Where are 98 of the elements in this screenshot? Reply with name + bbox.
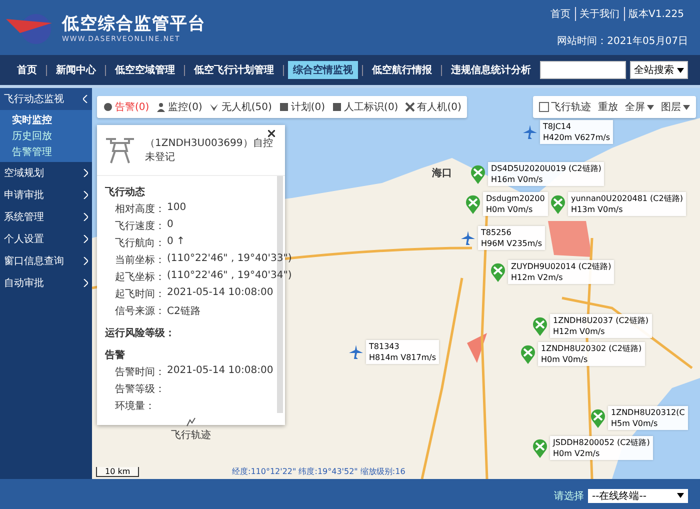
filter-button[interactable]: 无人机(50) — [208, 99, 273, 115]
sidebar-item[interactable]: 个人设置 — [0, 228, 92, 250]
section-title: 运行风险等级： — [105, 326, 176, 340]
field-value: C2链路 — [167, 305, 200, 318]
chevron-icon — [83, 169, 88, 177]
section-title: 告警 — [105, 348, 126, 362]
track-button[interactable]: 飞行轨迹 — [97, 413, 285, 446]
track-checkbox[interactable]: 飞行轨迹 — [538, 99, 592, 115]
field-value: 2021-05-14 10:08:00 — [167, 287, 274, 300]
map-tool-button[interactable]: 全屏 — [624, 99, 655, 115]
search-field[interactable] — [540, 61, 626, 79]
nav-tab[interactable]: 低空空域管理 — [110, 61, 180, 79]
drone-marker-icon[interactable] — [470, 164, 486, 184]
caret-icon — [677, 68, 684, 72]
sidebar-item[interactable]: 自动审批 — [0, 272, 92, 294]
caret-icon — [647, 104, 654, 110]
field-value: 2021-05-14 10:08:00 — [167, 365, 274, 378]
marker-label: 1ZNDH8U20312(C H5m V0m/s — [608, 406, 688, 430]
nav-tab[interactable]: 综合空情监视 — [288, 61, 358, 79]
chevron-icon — [83, 213, 88, 221]
field-label: 信号来源： — [115, 304, 165, 318]
drone-marker-icon[interactable] — [532, 438, 548, 458]
marker-label: 1ZNDH8U20302 (C2链路) H0m V0m/s — [538, 342, 645, 366]
track-icon — [186, 417, 196, 427]
chevron-icon — [83, 95, 88, 103]
caret-icon — [677, 493, 684, 498]
header-link[interactable]: 首页 — [546, 6, 575, 21]
sidebar-item[interactable]: 系统管理 — [0, 206, 92, 228]
drone-id: （1ZNDH3U003699）自控 — [145, 137, 273, 150]
chevron-icon — [83, 257, 88, 265]
sidebar-subitem[interactable]: 告警管理 — [0, 144, 92, 160]
marker-label: JSDDH8200052 (C2链路) H0m V2m/s — [550, 436, 653, 460]
field-value: (110°22'46" , 19°40'33") — [167, 253, 292, 266]
coordinates-text: 经度:110°12'22" 纬度:19°43'52" 缩放级别:16 — [232, 466, 406, 477]
person-icon — [156, 102, 166, 112]
drone-marker-icon[interactable] — [490, 262, 506, 282]
footer-label: 请选择 — [554, 490, 584, 502]
field-value: 0 ↑ — [167, 236, 185, 249]
city-label: 海口 — [432, 166, 452, 180]
nav-tab[interactable]: 新闻中心 — [51, 61, 101, 79]
field-label: 环境量： — [115, 400, 155, 413]
field-label: 告警等级： — [115, 382, 165, 396]
restricted-zone[interactable] — [548, 221, 592, 257]
filter-button[interactable]: 有人机(0) — [404, 99, 462, 115]
sidebar-subitem[interactable]: 实时监控 — [0, 112, 92, 128]
search-scope-select[interactable]: 全站搜索 — [630, 61, 688, 79]
filter-button[interactable]: 人工标识(0) — [331, 99, 400, 115]
field-label: 飞行航向： — [115, 236, 165, 250]
site-title: 低空综合监管平台 — [62, 13, 206, 35]
chevron-icon — [83, 279, 88, 287]
header-link[interactable]: 关于我们 — [574, 6, 624, 21]
filter-button[interactable]: 监控(0) — [155, 99, 204, 115]
marker-label: T85256 H96M V235m/s — [478, 226, 546, 250]
field-label: 起飞坐标： — [115, 270, 165, 284]
filter-button[interactable]: 告警(0) — [102, 99, 150, 115]
nav-tab[interactable]: 违规信息统计分析 — [446, 61, 536, 79]
field-label: 告警时间： — [115, 366, 165, 379]
sidebar-item[interactable]: 申请审批 — [0, 184, 92, 206]
scale-bar: 10 km — [96, 467, 140, 477]
sidebar-subitem[interactable]: 历史回放 — [0, 128, 92, 144]
drone-marker-icon[interactable] — [590, 408, 606, 428]
marker-label: Dsdugm20200 H0m V0m/s — [483, 192, 548, 216]
drone-marker-icon[interactable] — [532, 316, 548, 336]
section-title: 飞行动态 — [105, 186, 146, 199]
site-date: 网站时间：2021年05月07日 — [557, 34, 688, 48]
field-label: 当前坐标： — [115, 254, 165, 267]
field-label: 飞行速度： — [115, 220, 165, 233]
marker-label: T81343 H814m V817m/s — [366, 340, 440, 364]
sidebar-item[interactable]: 飞行动态监视 — [0, 88, 92, 110]
sidebar-item[interactable]: 空域规划 — [0, 162, 92, 184]
field-value: 100 — [167, 202, 186, 215]
filter-button[interactable]: 计划(0) — [278, 99, 326, 115]
field-value: (110°22'46" , 19°40'34") — [167, 270, 292, 283]
restricted-zone[interactable] — [467, 333, 487, 363]
drone-marker-icon[interactable] — [465, 194, 481, 214]
chevron-icon — [83, 235, 88, 243]
nav-tab[interactable]: 低空飞行计划管理 — [189, 61, 279, 79]
header-link[interactable]: 版本V1.225 — [624, 6, 688, 21]
drone-marker-icon[interactable] — [550, 194, 566, 214]
marker-label: yunnan0U2020481 (C2链路) H13m V0m/s — [568, 192, 686, 216]
map-tool-button[interactable]: 重放 — [597, 99, 619, 115]
drone-marker-icon[interactable] — [520, 344, 536, 364]
sidebar-item[interactable]: 窗口信息查询 — [0, 250, 92, 272]
terminal-select[interactable]: --在线终端-- — [588, 488, 688, 502]
marker-label: DS4D5U2020U019 (C2链路) H16m V0m/s — [488, 162, 604, 186]
nav-tab[interactable]: 低空航行情报 — [367, 61, 437, 79]
marker-label: T8JC14 H420m V627m/s — [540, 120, 614, 144]
nav-tab[interactable]: 首页 — [12, 61, 42, 79]
chevron-icon — [83, 191, 88, 199]
field-label: 相对高度： — [115, 202, 165, 216]
marker-label: ZUYDH9U02014 (C2链路) H12m V2m/s — [508, 260, 614, 284]
caret-icon — [683, 104, 690, 110]
close-icon — [268, 130, 275, 137]
field-label: 起飞时间： — [115, 288, 165, 301]
map-tool-button[interactable]: 图层 — [660, 99, 691, 115]
marker-label: 1ZNDH8U2037 (C2链路) H12m V0m/s — [550, 314, 652, 338]
drone-status: 未登记 — [145, 150, 176, 164]
field-value: 0 — [167, 219, 174, 232]
